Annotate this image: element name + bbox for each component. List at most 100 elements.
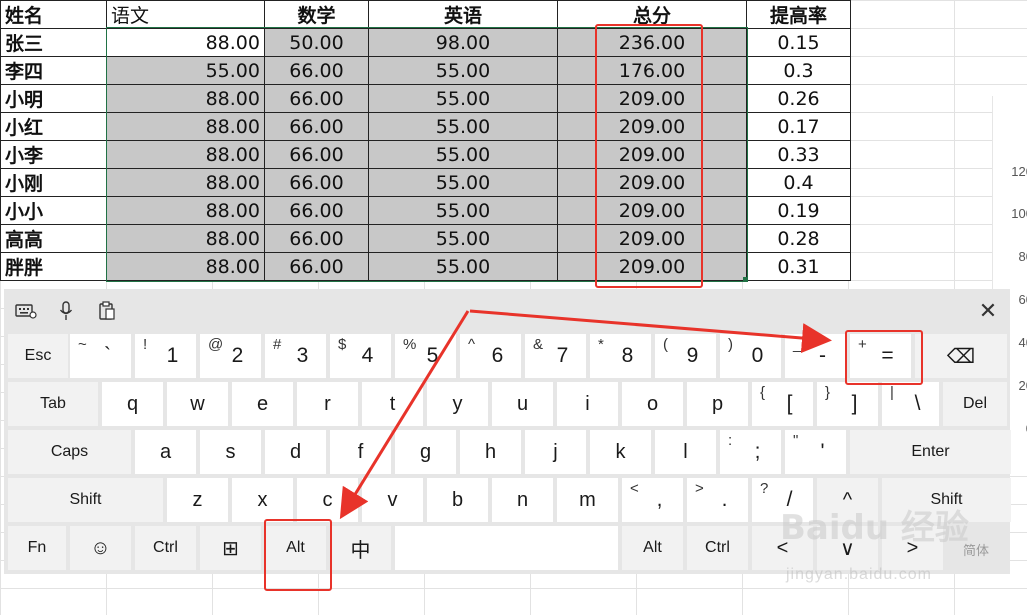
key-h[interactable]: h xyxy=(460,430,521,474)
key-shift[interactable]: Shift xyxy=(882,478,1011,522)
header-math[interactable]: 数学 xyxy=(264,0,369,29)
key-d[interactable]: d xyxy=(265,430,326,474)
header-rate[interactable]: 提高率 xyxy=(746,0,851,29)
cell-rate[interactable]: 0.31 xyxy=(746,252,851,281)
key-sym[interactable]: {[ xyxy=(752,382,813,426)
key-x[interactable]: x xyxy=(232,478,293,522)
key-k[interactable]: k xyxy=(590,430,651,474)
key-n[interactable]: n xyxy=(492,478,553,522)
key-3[interactable]: #3 xyxy=(265,334,326,378)
key-5[interactable]: % 5 xyxy=(395,334,456,378)
clipboard-icon[interactable] xyxy=(95,299,119,323)
key-c[interactable]: c xyxy=(297,478,358,522)
cell-rate[interactable]: 0.15 xyxy=(746,28,851,57)
key-sym[interactable]: }] xyxy=(817,382,878,426)
cell-chinese[interactable]: 55.00 xyxy=(106,56,265,85)
key-sym[interactable]: | \ xyxy=(882,382,939,426)
cell-chinese[interactable]: 88.00 xyxy=(106,252,265,281)
cell-chinese[interactable]: 88.00 xyxy=(106,224,265,253)
cell-total[interactable]: 176.00 xyxy=(557,56,747,85)
cell-name[interactable]: 李四 xyxy=(0,56,107,85)
key-0[interactable]: ) 0 xyxy=(720,334,781,378)
close-keyboard-button[interactable]: ✕ xyxy=(974,297,1002,325)
cell-name[interactable]: 小刚 xyxy=(0,168,107,197)
cell-name[interactable]: 小明 xyxy=(0,84,107,113)
key-g[interactable]: g xyxy=(395,430,456,474)
key-p[interactable]: p xyxy=(687,382,748,426)
key-sym[interactable]: :; xyxy=(720,430,781,474)
key-q[interactable]: q xyxy=(102,382,163,426)
key-o[interactable]: o xyxy=(622,382,683,426)
cell-english[interactable]: 55.00 xyxy=(368,224,558,253)
cell-total[interactable]: 209.00 xyxy=(557,252,747,281)
key-7[interactable]: & 7 xyxy=(525,334,586,378)
key-sym[interactable]: <, xyxy=(622,478,683,522)
key-space[interactable] xyxy=(395,526,618,570)
key-9[interactable]: (9 xyxy=(655,334,716,378)
fill-handle[interactable] xyxy=(743,277,748,282)
key-sym[interactable]: _ - xyxy=(785,334,846,378)
key-sym[interactable]: ^ xyxy=(817,478,878,522)
cell-rate[interactable]: 0.4 xyxy=(746,168,851,197)
key-shift[interactable]: Shift xyxy=(8,478,163,522)
key-f[interactable]: f xyxy=(330,430,391,474)
cell-english[interactable]: 98.00 xyxy=(368,28,558,57)
header-chinese[interactable]: 语文 xyxy=(106,0,265,29)
key-caps[interactable]: Caps xyxy=(8,430,131,474)
cell-rate[interactable]: 0.28 xyxy=(746,224,851,253)
cell-rate[interactable]: 0.3 xyxy=(746,56,851,85)
cell-total[interactable]: 209.00 xyxy=(557,196,747,225)
key-enter[interactable]: Enter xyxy=(850,430,1011,474)
cell-math[interactable]: 66.00 xyxy=(264,224,369,253)
cell-name[interactable]: 高高 xyxy=(0,224,107,253)
key-alt[interactable]: Alt xyxy=(265,526,326,570)
key-l[interactable]: l xyxy=(655,430,716,474)
cell-math[interactable]: 66.00 xyxy=(264,196,369,225)
key-tab[interactable]: Tab xyxy=(8,382,98,426)
cell-english[interactable]: 55.00 xyxy=(368,140,558,169)
cell-math[interactable]: 66.00 xyxy=(264,140,369,169)
cell-chinese[interactable]: 88.00 xyxy=(106,112,265,141)
key-del[interactable]: Del xyxy=(943,382,1007,426)
cell-chinese[interactable]: 88.00 xyxy=(106,140,265,169)
cell-total[interactable]: 209.00 xyxy=(557,224,747,253)
cell-total[interactable]: 236.00 xyxy=(557,28,747,57)
key-t[interactable]: t xyxy=(362,382,423,426)
key-alt[interactable]: Alt xyxy=(622,526,683,570)
key-sym[interactable]: ~ ` xyxy=(70,334,131,378)
key-r[interactable]: r xyxy=(297,382,358,426)
cell-math[interactable]: 50.00 xyxy=(264,28,369,57)
cell-total[interactable]: 209.00 xyxy=(557,112,747,141)
cell-chinese[interactable]: 88.00 xyxy=(106,28,265,57)
key-j[interactable]: j xyxy=(525,430,586,474)
cell-english[interactable]: 55.00 xyxy=(368,112,558,141)
cell-rate[interactable]: 0.26 xyxy=(746,84,851,113)
key-u[interactable]: u xyxy=(492,382,553,426)
cell-english[interactable]: 55.00 xyxy=(368,84,558,113)
key-sym[interactable]: + = xyxy=(850,334,911,378)
cell-chinese[interactable]: 88.00 xyxy=(106,168,265,197)
key-sym[interactable]: " ' xyxy=(785,430,846,474)
key-4[interactable]: $4 xyxy=(330,334,391,378)
cell-total[interactable]: 209.00 xyxy=(557,84,747,113)
cell-rate[interactable]: 0.19 xyxy=(746,196,851,225)
key-i[interactable]: i xyxy=(557,382,618,426)
key-ctrl[interactable]: Ctrl xyxy=(687,526,748,570)
key-sym[interactable]: ⌫ xyxy=(915,334,1007,378)
key-esc[interactable]: Esc xyxy=(8,334,68,378)
cell-rate[interactable]: 0.33 xyxy=(746,140,851,169)
key-8[interactable]: * 8 xyxy=(590,334,651,378)
cell-chinese[interactable]: 88.00 xyxy=(106,84,265,113)
key-w[interactable]: w xyxy=(167,382,228,426)
cell-english[interactable]: 55.00 xyxy=(368,56,558,85)
cell-name[interactable]: 张三 xyxy=(0,28,107,57)
cell-rate[interactable]: 0.17 xyxy=(746,112,851,141)
header-name[interactable]: 姓名 xyxy=(0,0,107,29)
cell-math[interactable]: 66.00 xyxy=(264,84,369,113)
key-sym[interactable]: 中 xyxy=(330,526,391,570)
header-total[interactable]: 总分 xyxy=(557,0,747,29)
cell-english[interactable]: 55.00 xyxy=(368,168,558,197)
key-s[interactable]: s xyxy=(200,430,261,474)
cell-english[interactable]: 55.00 xyxy=(368,196,558,225)
key-ctrl[interactable]: Ctrl xyxy=(135,526,196,570)
